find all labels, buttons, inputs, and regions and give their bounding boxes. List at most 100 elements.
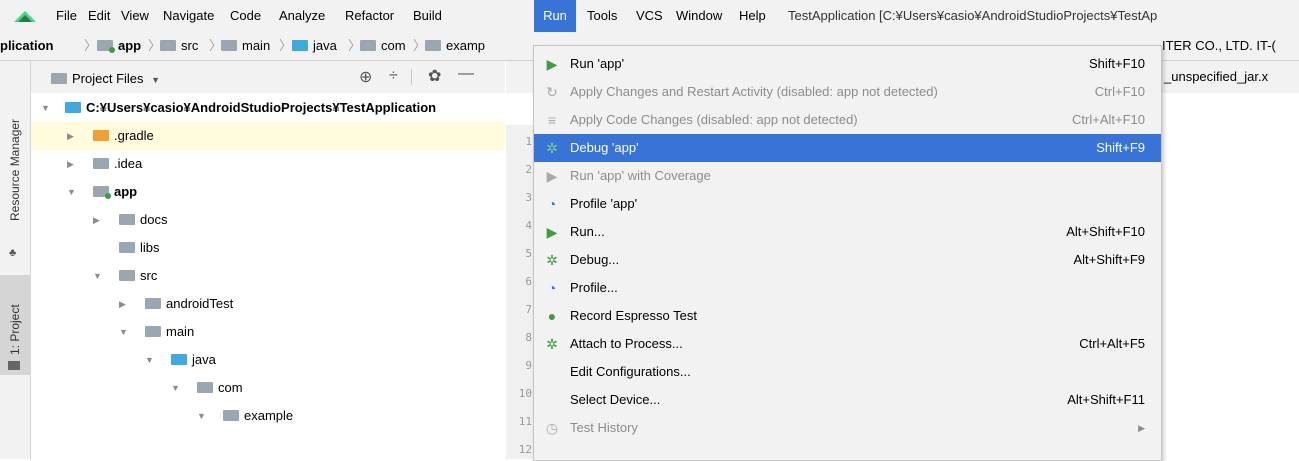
run-menu: ▶ Run 'app' Shift+F10 ↻ Apply Changes an… bbox=[533, 45, 1162, 461]
menu-item-debug-ellipsis[interactable]: ✲ Debug... Alt+Shift+F9 bbox=[534, 246, 1161, 274]
line-number-gutter: 1 2 3 4 5 6 7 8 9 10 11 12 bbox=[506, 125, 536, 459]
gear-icon[interactable]: ✿ bbox=[428, 66, 441, 86]
menu-help[interactable]: Help bbox=[739, 0, 766, 32]
locate-icon[interactable]: ⊕ bbox=[359, 67, 372, 87]
menu-build[interactable]: Build bbox=[413, 0, 442, 32]
chevron-down-icon: ▼ bbox=[151, 75, 161, 85]
tree-node-root[interactable]: ▼ C:¥Users¥casio¥AndroidStudioProjects¥T… bbox=[31, 94, 505, 122]
line-number: 2 bbox=[525, 163, 532, 176]
expand-arrow-icon[interactable]: ▼ bbox=[119, 318, 128, 346]
source-folder-icon bbox=[171, 354, 187, 365]
project-tree: ▼ C:¥Users¥casio¥AndroidStudioProjects¥T… bbox=[31, 93, 505, 459]
line-number: 7 bbox=[525, 303, 532, 316]
profile-icon: ◔ bbox=[547, 196, 557, 212]
breadcrumb-main[interactable]: main bbox=[221, 32, 270, 60]
menu-item-run-with-coverage[interactable]: ▶ Run 'app' with Coverage bbox=[534, 162, 1161, 190]
collapsed-arrow-icon[interactable]: ▶ bbox=[93, 206, 100, 234]
folder-icon bbox=[145, 326, 161, 337]
menu-item-debug-app[interactable]: ✲ Debug 'app' Shift+F9 bbox=[534, 134, 1161, 162]
collapsed-arrow-icon[interactable]: ▶ bbox=[67, 122, 74, 150]
menu-view[interactable]: View bbox=[121, 0, 149, 32]
breadcrumb-example[interactable]: examp bbox=[425, 32, 485, 60]
expand-arrow-icon[interactable]: ▼ bbox=[93, 262, 102, 290]
menu-item-edit-configurations[interactable]: Edit Configurations... bbox=[534, 358, 1161, 386]
folder-icon bbox=[160, 40, 176, 51]
breadcrumb-java[interactable]: java bbox=[292, 32, 337, 60]
apply-changes-icon: ↻ bbox=[546, 84, 558, 100]
line-number: 8 bbox=[525, 331, 532, 344]
tab-resource-manager[interactable]: Resource Manager bbox=[0, 81, 30, 251]
menu-vcs[interactable]: VCS bbox=[636, 0, 663, 32]
collapse-all-icon[interactable]: ÷ bbox=[389, 67, 398, 85]
tree-node-app[interactable]: ▼ app bbox=[31, 178, 505, 206]
line-number: 6 bbox=[525, 275, 532, 288]
menu-tools[interactable]: Tools bbox=[587, 0, 617, 32]
tree-node-example[interactable]: ▼ example bbox=[31, 402, 505, 430]
tool-window-strip: Resource Manager ♣ 1: Project bbox=[0, 61, 31, 459]
menu-item-profile-ellipsis[interactable]: ◔ Profile... bbox=[534, 274, 1161, 302]
expand-arrow-icon[interactable]: ▼ bbox=[67, 178, 76, 206]
menu-item-select-device[interactable]: Select Device... Alt+Shift+F11 bbox=[534, 386, 1161, 414]
package-icon bbox=[425, 40, 441, 51]
tree-node-src[interactable]: ▼ src bbox=[31, 262, 505, 290]
menu-analyze[interactable]: Analyze bbox=[279, 0, 325, 32]
menu-code[interactable]: Code bbox=[230, 0, 261, 32]
expand-arrow-icon[interactable]: ▼ bbox=[197, 402, 206, 430]
project-view-selector[interactable]: Project Files ▼ bbox=[51, 71, 160, 86]
toolbar-divider bbox=[411, 69, 412, 85]
menu-navigate[interactable]: Navigate bbox=[163, 0, 214, 32]
line-number: 12 bbox=[518, 443, 532, 456]
line-number: 4 bbox=[525, 219, 532, 232]
breadcrumb-right-text: ITER CO., LTD. IT-( bbox=[1162, 38, 1276, 53]
line-number: 11 bbox=[518, 415, 532, 428]
menu-item-attach-process[interactable]: ✲ Attach to Process... Ctrl+Alt+F5 bbox=[534, 330, 1161, 358]
collapsed-arrow-icon[interactable]: ▶ bbox=[119, 290, 126, 318]
attach-icon: ✲ bbox=[546, 336, 558, 352]
tree-node-androidtest[interactable]: ▶ androidTest bbox=[31, 290, 505, 318]
menu-item-profile-app[interactable]: ◔ Profile 'app' bbox=[534, 190, 1161, 218]
expand-arrow-icon[interactable]: ▼ bbox=[41, 94, 50, 122]
breadcrumb-com[interactable]: com bbox=[360, 32, 406, 60]
hide-icon[interactable]: — bbox=[458, 65, 474, 83]
collapsed-arrow-icon[interactable]: ▶ bbox=[67, 150, 74, 178]
run-icon: ▶ bbox=[546, 56, 558, 72]
folder-icon bbox=[145, 298, 161, 309]
tree-node-docs[interactable]: ▶ docs bbox=[31, 206, 505, 234]
breadcrumb-project[interactable]: plication bbox=[0, 32, 53, 60]
breadcrumb-src[interactable]: src bbox=[160, 32, 198, 60]
menu-item-test-history[interactable]: ◷ Test History ▶ bbox=[534, 414, 1161, 442]
tree-node-main[interactable]: ▼ main bbox=[31, 318, 505, 346]
tree-node-idea[interactable]: ▶ .idea bbox=[31, 150, 505, 178]
tree-node-gradle[interactable]: ▶ .gradle bbox=[31, 122, 505, 150]
folder-icon bbox=[119, 214, 135, 225]
menu-refactor[interactable]: Refactor bbox=[345, 0, 394, 32]
package-icon bbox=[197, 382, 213, 393]
menu-edit[interactable]: Edit bbox=[88, 0, 110, 32]
debug-icon: ✲ bbox=[546, 252, 558, 268]
expand-arrow-icon[interactable]: ▼ bbox=[171, 374, 180, 402]
menu-run[interactable]: Run bbox=[534, 0, 576, 32]
menu-item-run-ellipsis[interactable]: ▶ Run... Alt+Shift+F10 bbox=[534, 218, 1161, 246]
project-root-icon bbox=[65, 102, 81, 113]
tree-node-java[interactable]: ▼ java bbox=[31, 346, 505, 374]
source-folder-icon bbox=[292, 40, 308, 51]
espresso-icon: ● bbox=[547, 308, 557, 324]
window-title: TestApplication [C:¥Users¥casio¥AndroidS… bbox=[788, 8, 1158, 23]
tree-node-libs[interactable]: libs bbox=[31, 234, 505, 262]
editor-tab[interactable]: _unspecified_jar.x bbox=[1164, 69, 1268, 84]
debug-icon: ✲ bbox=[546, 140, 558, 156]
expand-arrow-icon[interactable]: ▼ bbox=[145, 346, 154, 374]
folder-icon bbox=[221, 40, 237, 51]
menu-window[interactable]: Window bbox=[676, 0, 722, 32]
menu-item-apply-changes-restart[interactable]: ↻ Apply Changes and Restart Activity (di… bbox=[534, 78, 1161, 106]
menu-item-record-espresso[interactable]: ● Record Espresso Test bbox=[534, 302, 1161, 330]
breadcrumb-separator: 〉 bbox=[279, 38, 293, 53]
menu-file[interactable]: File bbox=[56, 0, 77, 32]
menu-item-run-app[interactable]: ▶ Run 'app' Shift+F10 bbox=[534, 50, 1161, 78]
tree-node-com[interactable]: ▼ com bbox=[31, 374, 505, 402]
breadcrumb-app[interactable]: app bbox=[97, 32, 141, 60]
android-studio-logo-icon bbox=[14, 11, 36, 22]
line-number: 3 bbox=[525, 191, 532, 204]
tab-project[interactable]: 1: Project bbox=[0, 275, 30, 375]
menu-item-apply-code-changes[interactable]: ≡ Apply Code Changes (disabled: app not … bbox=[534, 106, 1161, 134]
